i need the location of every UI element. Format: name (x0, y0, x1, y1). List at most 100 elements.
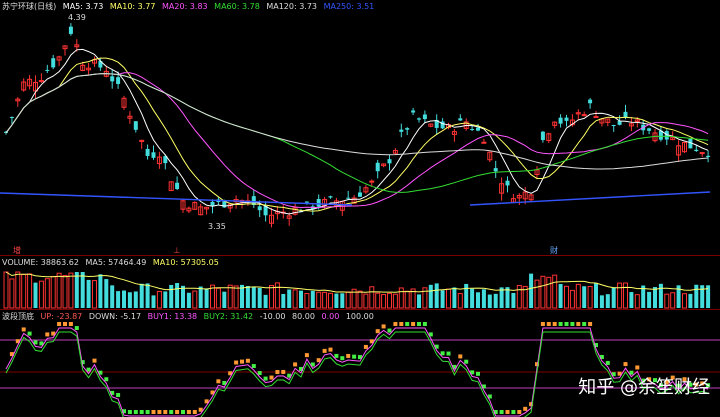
ma-label: MA250: 3.51 (323, 2, 375, 11)
oscillator-bar (127, 410, 132, 414)
volume-bar (629, 292, 634, 308)
candle-body (45, 69, 50, 71)
candle-body (116, 77, 121, 84)
volume-bar (647, 291, 652, 308)
candle-body (9, 117, 14, 119)
volume-bar (322, 291, 328, 309)
volume-bar-group (3, 271, 711, 309)
volume-bar (440, 290, 445, 308)
low-price-label: 3.35 (208, 222, 226, 231)
volume-bar (3, 271, 9, 309)
candle-body (110, 76, 115, 82)
volume-bar (222, 291, 227, 308)
volume-bar (340, 293, 345, 308)
volume-label: VOLUME: 38863.62 (2, 258, 79, 267)
volume-bar (569, 289, 575, 309)
volume-bar (104, 279, 109, 308)
volume-bar (446, 288, 451, 309)
volume-bar (44, 278, 50, 309)
oscillator-bar (275, 369, 280, 374)
oscillator-bar (104, 377, 109, 382)
candle-body (346, 197, 351, 199)
volume-bar (552, 274, 558, 309)
volume-bar (493, 293, 498, 308)
volume-bar (257, 287, 262, 308)
indicator-value: -10.00 (259, 312, 286, 321)
oscillator-bar (139, 410, 144, 414)
volume-bar (80, 272, 85, 308)
volume-bar (653, 287, 657, 308)
volume-bar (156, 290, 162, 309)
oscillator-bar (157, 410, 162, 414)
oscillator-bar (163, 410, 168, 414)
volume-bar (387, 292, 392, 309)
volume-bar (21, 273, 27, 309)
volume-bar (564, 285, 569, 309)
candle-body (481, 141, 487, 144)
oscillator-bar (464, 359, 469, 364)
volume-bar (56, 272, 62, 309)
candle-body (588, 99, 593, 104)
candle-body (68, 26, 73, 34)
candle-body (422, 114, 427, 120)
ma-label: MA5: 3.73 (62, 2, 104, 11)
candle-body (623, 111, 628, 118)
volume-bar (192, 290, 198, 309)
oscillator-bar (57, 322, 62, 326)
candlestick-chart[interactable] (0, 0, 720, 256)
indicator-value: 80.00 (292, 312, 315, 321)
candle-body (51, 58, 56, 68)
oscillator-bar (387, 328, 392, 333)
oscillator-bar (405, 322, 410, 326)
candle-body (175, 182, 180, 189)
volume-bar (428, 284, 433, 308)
oscillator-bar (499, 410, 504, 414)
oscillator-bar (605, 360, 610, 365)
volume-bar (139, 283, 144, 308)
volume-bar (15, 271, 21, 309)
oscillator-bar (570, 322, 575, 326)
candle-body (151, 152, 156, 158)
volume-bar (281, 293, 286, 308)
volume-panel[interactable]: VOLUME: 38863.62 MA5: 57464.49 MA10: 573… (0, 256, 720, 310)
price-legend: 苏宁环球(日线) MA5: 3.73 MA10: 3.77 MA20: 3.83… (2, 1, 378, 12)
oscillator-bar (175, 410, 180, 414)
oscillator-bar (328, 347, 333, 352)
volume-bar (116, 291, 121, 308)
volume-bar (546, 276, 552, 309)
oscillator-bar (440, 351, 445, 356)
price-panel[interactable]: 苏宁环球(日线) MA5: 3.73 MA10: 3.77 MA20: 3.83… (0, 0, 720, 256)
band-oscillator-chart[interactable] (0, 310, 720, 417)
volume-bar (694, 284, 699, 308)
indicator-value: 0.00 (321, 312, 340, 321)
oscillator-bar (511, 410, 516, 414)
oscillator-bar (422, 322, 427, 326)
candle-body (647, 128, 652, 131)
oscillator-bar (334, 353, 339, 358)
ma-label: MA60: 3.78 (214, 2, 260, 11)
candle-body (358, 192, 362, 197)
oscillator-panel[interactable]: 波段顶底 UP: -23.87 DOWN: -5.17 BUY1: 13.38 … (0, 310, 720, 417)
oscillator-bar (245, 358, 250, 363)
oscillator-bar (558, 322, 563, 326)
volume-bar (363, 293, 369, 309)
volume-bar (9, 278, 15, 309)
oscillator-bar (576, 322, 581, 326)
oscillator-bar (68, 322, 73, 326)
ma250-line (0, 192, 353, 206)
oscillator-bar (216, 379, 221, 384)
oscillator-bar (186, 410, 191, 414)
volume-bar (481, 289, 486, 308)
oscillator-bar (304, 353, 309, 358)
volume-bar (688, 293, 693, 308)
ma-label: MA20: 3.83 (162, 2, 208, 11)
oscillator-bar (623, 362, 628, 367)
oscillator-bar (133, 410, 138, 414)
volume-bar (375, 292, 381, 309)
volume-bar (175, 282, 180, 308)
volume-bar (611, 287, 616, 308)
oscillator-bar (458, 354, 463, 359)
candle-body (133, 121, 138, 130)
indicator-value: UP: -23.87 (40, 312, 83, 321)
oscillator-bar (269, 375, 274, 380)
